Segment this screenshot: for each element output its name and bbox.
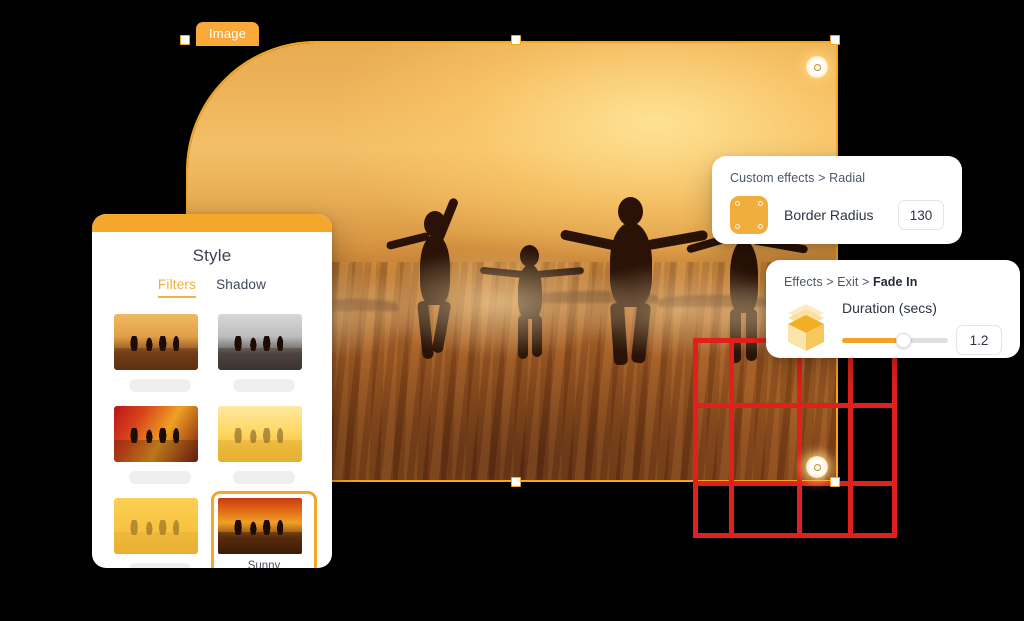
filter-thumbnail — [218, 314, 302, 370]
filter-option-selected[interactable]: Sunny — [211, 491, 317, 568]
style-panel-title: Style — [192, 246, 232, 265]
filter-option[interactable] — [114, 314, 206, 392]
cube-icon — [788, 303, 824, 351]
resize-handle-top-right[interactable] — [830, 35, 840, 45]
filter-thumbnail — [218, 406, 302, 462]
breadcrumb-current: Fade In — [873, 275, 918, 289]
resize-handle-bottom-center[interactable] — [511, 477, 521, 487]
radius-handle-dot-icon — [813, 463, 821, 471]
rounded-square-icon — [730, 196, 768, 234]
duration-row: Duration (secs) 1.2 — [784, 300, 1002, 355]
filter-option[interactable] — [114, 406, 206, 484]
filter-thumbnail — [114, 498, 198, 554]
silhouette-person — [479, 239, 590, 365]
resize-handle-bottom-right[interactable] — [830, 477, 840, 487]
radius-handle-dot-icon — [813, 63, 821, 71]
duration-value-input[interactable]: 1.2 — [956, 325, 1002, 355]
layout-grid-overlay — [693, 338, 897, 538]
resize-handle-top-left[interactable] — [180, 35, 190, 45]
duration-slider[interactable] — [842, 332, 948, 348]
filter-label-placeholder — [129, 563, 191, 568]
style-panel-header — [92, 214, 332, 232]
breadcrumb-prefix: Effects > Exit > — [784, 275, 874, 289]
app-stage: Image Style Filters Shadow Sunny Custom … — [0, 0, 1024, 621]
filter-label-placeholder — [233, 471, 295, 484]
style-panel: Style Filters Shadow Sunny — [92, 214, 332, 568]
style-panel-tabs: Filters Shadow — [92, 277, 332, 298]
tab-shadow[interactable]: Shadow — [216, 277, 266, 298]
filter-label-placeholder — [129, 471, 191, 484]
shoreline-rock — [658, 295, 768, 307]
filter-label-placeholder — [233, 379, 295, 392]
border-radius-label: Border Radius — [784, 207, 874, 223]
object-type-tag[interactable]: Image — [196, 22, 260, 46]
border-radius-value-input[interactable]: 130 — [898, 200, 944, 230]
filter-option[interactable] — [218, 314, 310, 392]
silhouette-person — [384, 196, 494, 363]
fade-in-card: Effects > Exit > Fade In Duration (secs)… — [766, 260, 1020, 358]
duration-control: Duration (secs) 1.2 — [842, 300, 1002, 355]
tab-filters[interactable]: Filters — [157, 277, 197, 298]
radius-adjust-handle-top-right[interactable] — [806, 56, 828, 78]
filter-option[interactable] — [114, 498, 206, 568]
radius-adjust-handle-bottom-right[interactable] — [806, 456, 828, 478]
duration-slider-row: 1.2 — [842, 325, 1002, 355]
filter-thumbnail — [218, 498, 302, 554]
filter-thumbnail — [114, 314, 198, 370]
shoreline-rock — [528, 291, 658, 303]
duration-slider-fill — [842, 337, 904, 343]
filter-name-label: Sunny — [247, 560, 281, 568]
breadcrumb-current: Radial — [829, 171, 866, 185]
filter-option[interactable] — [218, 406, 310, 484]
resize-handle-top-center[interactable] — [511, 35, 521, 45]
filter-label-placeholder — [129, 379, 191, 392]
duration-slider-thumb[interactable] — [895, 332, 911, 348]
border-radius-row: Border Radius 130 — [730, 196, 944, 234]
duration-label: Duration (secs) — [842, 300, 937, 316]
filter-thumbnail-grid: Sunny — [92, 298, 332, 568]
border-radius-card: Custom effects > Radial Border Radius 13… — [712, 156, 962, 244]
breadcrumb-prefix: Custom effects > — [730, 171, 830, 185]
filter-thumbnail — [114, 406, 198, 462]
breadcrumb-custom-effects: Custom effects > Radial — [730, 171, 944, 185]
breadcrumb-effects-exit: Effects > Exit > Fade In — [784, 275, 1002, 289]
